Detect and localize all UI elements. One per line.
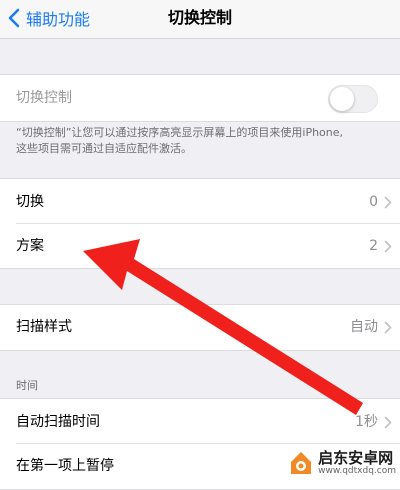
chevron-right-icon xyxy=(384,196,392,209)
switch-control-toggle[interactable] xyxy=(328,85,378,113)
pause-on-first-item-label: 在第一项上暂停 xyxy=(16,458,114,474)
footnote-line-2: 这些项目需可通过自适应配件激活。 xyxy=(16,142,192,155)
switch-control-label: 切换控制 xyxy=(16,90,72,106)
footnote-line-1: “切换控制”让您可以通过按序高亮显示屏幕上的项目来使用iPhone, xyxy=(16,126,344,139)
scanning-style-label: 扫描样式 xyxy=(16,319,72,335)
watermark-logo-icon xyxy=(291,452,312,474)
toggle-knob xyxy=(330,87,354,111)
list-item-switches[interactable]: 切换 0 xyxy=(0,180,400,224)
recipes-value: 2 xyxy=(369,238,378,254)
watermark-text: 启东安卓网 www.qdtxdq.com xyxy=(318,450,396,476)
chevron-right-icon xyxy=(384,416,392,429)
watermark: 启东安卓网 www.qdtxdq.com xyxy=(288,450,396,476)
watermark-url: www.qdtxdq.com xyxy=(318,466,396,476)
timing-group: 自动扫描时间 1秒 在第一项上暂停 xyxy=(0,398,400,490)
recipes-label: 方案 xyxy=(16,238,44,254)
page-title: 切换控制 xyxy=(167,8,232,27)
switches-recipes-group: 切换 0 方案 2 xyxy=(0,178,400,269)
scanning-style-value: 自动 xyxy=(350,319,378,335)
auto-scanning-time-value: 1秒 xyxy=(355,414,378,430)
switches-label: 切换 xyxy=(16,194,44,210)
chevron-right-icon xyxy=(384,240,392,253)
section-header-timing: 时间 xyxy=(16,379,38,392)
switch-control-footnote: “切换控制”让您可以通过按序高亮显示屏幕上的项目来使用iPhone, 这些项目需… xyxy=(16,125,386,157)
chevron-right-icon xyxy=(384,321,392,334)
switch-control-row: 切换控制 xyxy=(0,76,400,120)
watermark-name: 启东安卓网 xyxy=(318,449,394,467)
list-item-recipes[interactable]: 方案 2 xyxy=(0,224,400,268)
list-item-scanning-style[interactable]: 扫描样式 自动 xyxy=(0,305,400,349)
switch-control-group: 切换控制 xyxy=(0,74,400,122)
scanning-style-group: 扫描样式 自动 xyxy=(0,304,400,351)
navigation-bar: 辅助功能 切换控制 xyxy=(0,0,400,39)
list-item-auto-scanning-time[interactable]: 自动扫描时间 1秒 xyxy=(0,400,400,444)
auto-scanning-time-label: 自动扫描时间 xyxy=(16,414,100,430)
switches-value: 0 xyxy=(369,194,378,210)
